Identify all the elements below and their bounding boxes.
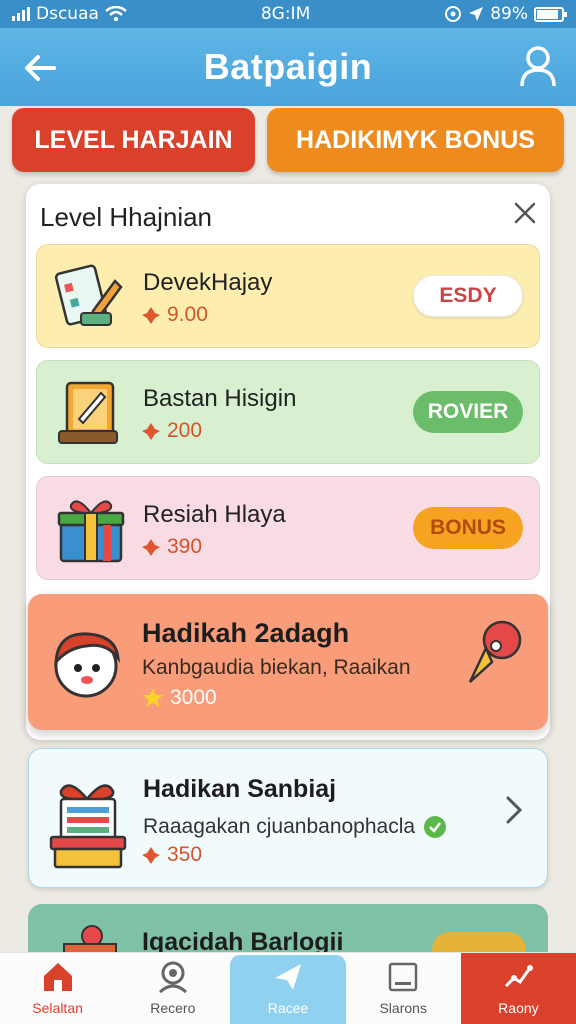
battery-percent: 89%: [490, 4, 528, 24]
nav-item-profile[interactable]: Recero: [115, 953, 230, 1024]
item-name: DevekHajay: [143, 269, 273, 296]
level-item[interactable]: Resiah Hlaya 390 BONUS: [36, 476, 540, 580]
mascot-icon: [54, 632, 120, 698]
chart-icon: [505, 965, 534, 988]
tab-level[interactable]: LEVEL HARJAIN: [12, 108, 255, 172]
alarm-icon: [445, 6, 462, 22]
wifi-icon: [105, 6, 127, 22]
coin-icon: [142, 423, 160, 440]
item-price: 390: [141, 535, 202, 559]
chevron-right-icon[interactable]: [505, 795, 523, 825]
item-price: 9.00: [141, 303, 208, 327]
nav-label: Selaltan: [32, 1000, 83, 1016]
status-bar: Dscuaa 8G:IM 89%: [0, 0, 576, 28]
notebook-icon: [58, 381, 118, 444]
category-tabs: LEVEL HARJAIN HADIKIMYK BONUS: [12, 108, 564, 172]
level-item[interactable]: DevekHajay 9.00 ESDY: [36, 244, 540, 348]
star-icon: [143, 688, 163, 707]
card-title: Hadikan Sanbiaj: [143, 775, 337, 803]
home-icon: [43, 963, 72, 991]
nav-label: Recero: [150, 1000, 196, 1016]
signal-icon: [12, 7, 30, 21]
card-icon: [388, 962, 418, 992]
price-value: 3000: [170, 686, 217, 709]
card-subtitle-row: Raaagakan cjuanbanophacla: [143, 815, 447, 839]
review-button[interactable]: ROVIER: [413, 391, 523, 433]
nav-label: Slarons: [379, 1000, 427, 1016]
tasks-icon: [54, 264, 123, 326]
nav-item-send[interactable]: Racee: [230, 955, 346, 1024]
card-price: 350: [141, 843, 202, 867]
level-item[interactable]: Bastan Hisigin 200 ROVIER: [36, 360, 540, 464]
user-icon[interactable]: [518, 44, 558, 88]
check-icon: [424, 816, 447, 838]
rocket-icon: [468, 620, 522, 683]
profile-icon: [158, 961, 187, 994]
coin-icon: [142, 539, 160, 556]
battery-icon: [533, 6, 567, 22]
nav-label: Racee: [267, 1000, 309, 1016]
card-price: 3000: [142, 686, 217, 710]
easy-button[interactable]: ESDY: [413, 275, 523, 317]
card-subtitle: Kanbgaudia biekan, Raaikan: [142, 656, 411, 679]
price-value: 200: [167, 419, 203, 442]
bonus-button[interactable]: BONUS: [413, 507, 523, 549]
panel-title: Level Hhajnian: [40, 202, 213, 232]
carrier-name: Dscuaa: [36, 4, 99, 24]
page-title: Batpaigin: [203, 46, 373, 87]
card-subtitle: Raaagakan cjuanbanophacla: [143, 815, 416, 838]
clock: 8G:IM: [260, 4, 311, 24]
reward-card[interactable]: Hadikan Sanbiaj Raaagakan cjuanbanophacl…: [28, 748, 548, 888]
app-header: Batpaigin: [0, 28, 576, 106]
nav-item-home[interactable]: Selaltan: [0, 953, 115, 1024]
nav-label: Raony: [498, 1000, 539, 1016]
item-name: Bastan Hisigin: [143, 385, 297, 412]
nav-item-stats[interactable]: Raony: [460, 953, 576, 1024]
price-value: 390: [167, 535, 203, 558]
nav-item-cards[interactable]: Slarons: [346, 953, 461, 1024]
coin-icon: [142, 847, 160, 864]
gift-icon: [57, 500, 125, 563]
card-title: Hadikah 2adagh: [142, 618, 350, 648]
arrow-left-icon[interactable]: [20, 48, 60, 88]
send-icon: [275, 964, 301, 990]
gift-box-icon: [49, 784, 127, 869]
item-price: 200: [141, 419, 202, 443]
close-icon[interactable]: [512, 200, 538, 226]
price-value: 9.00: [167, 303, 208, 326]
price-value: 350: [167, 843, 203, 866]
item-name: Resiah Hlaya: [143, 501, 286, 528]
tab-bonus[interactable]: HADIKIMYK BONUS: [267, 108, 564, 172]
reward-card-featured[interactable]: Hadikah 2adagh Kanbgaudia biekan, Raaika…: [28, 594, 548, 730]
coin-icon: [142, 307, 160, 324]
bottom-nav: Selaltan Recero Racee Slarons Raony: [0, 952, 576, 1024]
location-icon: [469, 7, 484, 21]
